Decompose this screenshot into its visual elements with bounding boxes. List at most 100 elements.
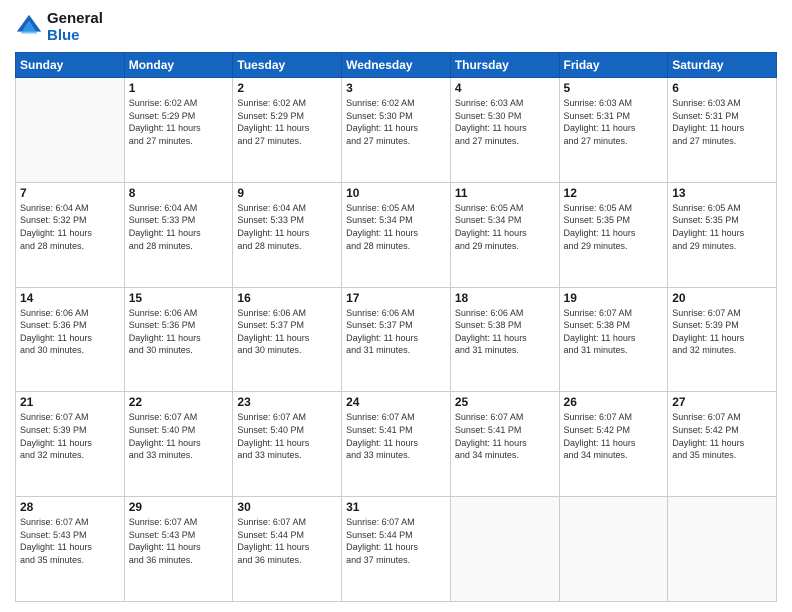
calendar-cell: 25 Sunrise: 6:07 AM Sunset: 5:41 PM Dayli… <box>450 392 559 497</box>
day-number: 17 <box>346 291 446 305</box>
calendar-cell: 21 Sunrise: 6:07 AM Sunset: 5:39 PM Dayli… <box>16 392 125 497</box>
calendar-cell <box>450 497 559 602</box>
calendar-cell: 27Sunrise: 6:07 AM Sunset: 5:42 PM Dayli… <box>668 392 777 497</box>
calendar-cell: 22Sunrise: 6:07 AM Sunset: 5:40 PM Dayli… <box>124 392 233 497</box>
day-number: 1 <box>129 81 229 95</box>
day-info: Sunrise: 6:05 AM Sunset: 5:34 PM Dayligh… <box>346 202 446 252</box>
day-number: 6 <box>672 81 772 95</box>
calendar-cell: 20 Sunrise: 6:07 AM Sunset: 5:39 PM Dayli… <box>668 287 777 392</box>
logo-text: General Blue <box>47 10 103 44</box>
day-number: 31 <box>346 500 446 514</box>
weekday-header: Wednesday <box>342 53 451 78</box>
day-number: 11 <box>455 186 555 200</box>
day-info: Sunrise: 6:07 AM Sunset: 5:43 PM Dayligh… <box>129 516 229 566</box>
calendar-cell: 31 Sunrise: 6:07 AM Sunset: 5:44 PM Dayli… <box>342 497 451 602</box>
day-number: 14 <box>20 291 120 305</box>
day-info: Sunrise: 6:07 AM Sunset: 5:39 PM Dayligh… <box>20 411 120 461</box>
calendar-week-row: 14 Sunrise: 6:06 AM Sunset: 5:36 PM Dayli… <box>16 287 777 392</box>
day-info: Sunrise: 6:02 AM Sunset: 5:29 PM Dayligh… <box>129 97 229 147</box>
day-info: Sunrise: 6:07 AM Sunset: 5:41 PM Dayligh… <box>346 411 446 461</box>
day-number: 21 <box>20 395 120 409</box>
day-info: Sunrise: 6:07 AM Sunset: 5:44 PM Dayligh… <box>237 516 337 566</box>
calendar-cell: 23 Sunrise: 6:07 AM Sunset: 5:40 PM Dayli… <box>233 392 342 497</box>
day-number: 29 <box>129 500 229 514</box>
day-info: Sunrise: 6:07 AM Sunset: 5:43 PM Dayligh… <box>20 516 120 566</box>
calendar-cell: 26Sunrise: 6:07 AM Sunset: 5:42 PM Dayli… <box>559 392 668 497</box>
calendar-cell: 11 Sunrise: 6:05 AM Sunset: 5:34 PM Dayli… <box>450 182 559 287</box>
calendar-cell: 18Sunrise: 6:06 AM Sunset: 5:38 PM Dayli… <box>450 287 559 392</box>
day-info: Sunrise: 6:06 AM Sunset: 5:37 PM Dayligh… <box>237 307 337 357</box>
calendar-cell: 9Sunrise: 6:04 AM Sunset: 5:33 PM Daylig… <box>233 182 342 287</box>
calendar-cell <box>559 497 668 602</box>
calendar-cell: 5 Sunrise: 6:03 AM Sunset: 5:31 PM Daylig… <box>559 78 668 183</box>
calendar-cell <box>668 497 777 602</box>
calendar-cell: 30Sunrise: 6:07 AM Sunset: 5:44 PM Dayli… <box>233 497 342 602</box>
header: General Blue <box>15 10 777 44</box>
calendar-cell: 16 Sunrise: 6:06 AM Sunset: 5:37 PM Dayli… <box>233 287 342 392</box>
day-info: Sunrise: 6:06 AM Sunset: 5:36 PM Dayligh… <box>129 307 229 357</box>
day-info: Sunrise: 6:02 AM Sunset: 5:29 PM Dayligh… <box>237 97 337 147</box>
weekday-header: Monday <box>124 53 233 78</box>
calendar-cell: 3Sunrise: 6:02 AM Sunset: 5:30 PM Daylig… <box>342 78 451 183</box>
calendar-cell: 2 Sunrise: 6:02 AM Sunset: 5:29 PM Daylig… <box>233 78 342 183</box>
day-number: 22 <box>129 395 229 409</box>
calendar-cell: 10 Sunrise: 6:05 AM Sunset: 5:34 PM Dayli… <box>342 182 451 287</box>
day-number: 23 <box>237 395 337 409</box>
day-number: 3 <box>346 81 446 95</box>
day-number: 10 <box>346 186 446 200</box>
calendar-cell: 14 Sunrise: 6:06 AM Sunset: 5:36 PM Dayli… <box>16 287 125 392</box>
weekday-header: Saturday <box>668 53 777 78</box>
weekday-header: Tuesday <box>233 53 342 78</box>
calendar-week-row: 7Sunrise: 6:04 AM Sunset: 5:32 PM Daylig… <box>16 182 777 287</box>
calendar-week-row: 28 Sunrise: 6:07 AM Sunset: 5:43 PM Dayli… <box>16 497 777 602</box>
calendar-cell: 6 Sunrise: 6:03 AM Sunset: 5:31 PM Daylig… <box>668 78 777 183</box>
day-number: 15 <box>129 291 229 305</box>
day-info: Sunrise: 6:06 AM Sunset: 5:36 PM Dayligh… <box>20 307 120 357</box>
calendar-table: SundayMondayTuesdayWednesdayThursdayFrid… <box>15 52 777 602</box>
day-info: Sunrise: 6:07 AM Sunset: 5:44 PM Dayligh… <box>346 516 446 566</box>
day-info: Sunrise: 6:07 AM Sunset: 5:40 PM Dayligh… <box>237 411 337 461</box>
day-info: Sunrise: 6:06 AM Sunset: 5:38 PM Dayligh… <box>455 307 555 357</box>
day-info: Sunrise: 6:06 AM Sunset: 5:37 PM Dayligh… <box>346 307 446 357</box>
calendar-cell: 29 Sunrise: 6:07 AM Sunset: 5:43 PM Dayli… <box>124 497 233 602</box>
weekday-header: Friday <box>559 53 668 78</box>
day-number: 20 <box>672 291 772 305</box>
logo-icon <box>15 13 43 41</box>
day-number: 9 <box>237 186 337 200</box>
day-info: Sunrise: 6:05 AM Sunset: 5:35 PM Dayligh… <box>672 202 772 252</box>
day-info: Sunrise: 6:05 AM Sunset: 5:34 PM Dayligh… <box>455 202 555 252</box>
calendar-cell: 15 Sunrise: 6:06 AM Sunset: 5:36 PM Dayli… <box>124 287 233 392</box>
calendar-cell: 7Sunrise: 6:04 AM Sunset: 5:32 PM Daylig… <box>16 182 125 287</box>
calendar-week-row: 1 Sunrise: 6:02 AM Sunset: 5:29 PM Daylig… <box>16 78 777 183</box>
day-number: 4 <box>455 81 555 95</box>
day-number: 16 <box>237 291 337 305</box>
calendar-cell: 8Sunrise: 6:04 AM Sunset: 5:33 PM Daylig… <box>124 182 233 287</box>
calendar-cell: 19 Sunrise: 6:07 AM Sunset: 5:38 PM Dayli… <box>559 287 668 392</box>
calendar-cell: 4 Sunrise: 6:03 AM Sunset: 5:30 PM Daylig… <box>450 78 559 183</box>
day-info: Sunrise: 6:05 AM Sunset: 5:35 PM Dayligh… <box>564 202 664 252</box>
day-info: Sunrise: 6:03 AM Sunset: 5:31 PM Dayligh… <box>672 97 772 147</box>
day-number: 7 <box>20 186 120 200</box>
calendar-cell: 28 Sunrise: 6:07 AM Sunset: 5:43 PM Dayli… <box>16 497 125 602</box>
day-info: Sunrise: 6:07 AM Sunset: 5:42 PM Dayligh… <box>564 411 664 461</box>
day-number: 2 <box>237 81 337 95</box>
day-number: 27 <box>672 395 772 409</box>
logo: General Blue <box>15 10 103 44</box>
calendar-cell: 12 Sunrise: 6:05 AM Sunset: 5:35 PM Dayli… <box>559 182 668 287</box>
weekday-header: Thursday <box>450 53 559 78</box>
calendar-cell: 13 Sunrise: 6:05 AM Sunset: 5:35 PM Dayli… <box>668 182 777 287</box>
day-number: 12 <box>564 186 664 200</box>
day-info: Sunrise: 6:03 AM Sunset: 5:31 PM Dayligh… <box>564 97 664 147</box>
calendar-header-row: SundayMondayTuesdayWednesdayThursdayFrid… <box>16 53 777 78</box>
day-info: Sunrise: 6:03 AM Sunset: 5:30 PM Dayligh… <box>455 97 555 147</box>
weekday-header: Sunday <box>16 53 125 78</box>
day-info: Sunrise: 6:04 AM Sunset: 5:33 PM Dayligh… <box>129 202 229 252</box>
day-info: Sunrise: 6:07 AM Sunset: 5:41 PM Dayligh… <box>455 411 555 461</box>
day-info: Sunrise: 6:07 AM Sunset: 5:39 PM Dayligh… <box>672 307 772 357</box>
day-number: 25 <box>455 395 555 409</box>
day-number: 19 <box>564 291 664 305</box>
day-number: 13 <box>672 186 772 200</box>
day-info: Sunrise: 6:07 AM Sunset: 5:38 PM Dayligh… <box>564 307 664 357</box>
day-number: 28 <box>20 500 120 514</box>
day-number: 5 <box>564 81 664 95</box>
